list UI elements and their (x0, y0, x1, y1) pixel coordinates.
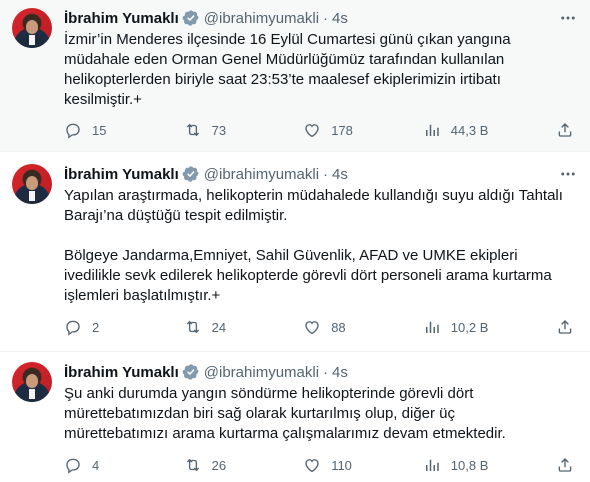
share-button[interactable] (548, 310, 582, 344)
share-button[interactable] (548, 113, 582, 147)
retweet-count: 73 (211, 122, 227, 138)
reply-icon (56, 310, 90, 344)
reply-button[interactable]: 4 (56, 448, 116, 482)
like-button[interactable]: 88 (295, 310, 355, 344)
tweet-actions: 15 73 178 44,3 B (56, 114, 582, 146)
share-button[interactable] (548, 448, 582, 482)
reply-button[interactable]: 15 (56, 113, 116, 147)
retweet-count: 26 (211, 457, 227, 473)
timestamp[interactable]: 4s (332, 10, 348, 27)
share-icon (548, 113, 582, 147)
separator: · (323, 9, 329, 27)
retweet-icon (176, 448, 210, 482)
timestamp[interactable]: 4s (332, 166, 348, 183)
retweet-button[interactable]: 26 (176, 448, 236, 482)
tweet-header: İbrahim Yumaklı @ibrahimyumakli · 4s (64, 8, 348, 28)
verified-badge-icon (182, 165, 200, 183)
more-icon[interactable] (558, 164, 578, 184)
reply-icon (56, 448, 90, 482)
author-name[interactable]: İbrahim Yumaklı (64, 364, 179, 381)
avatar[interactable] (12, 362, 52, 402)
like-button[interactable]: 110 (295, 448, 355, 482)
avatar[interactable] (12, 8, 52, 48)
tweet-text: İzmir’in Menderes ilçesinde 16 Eylül Cum… (64, 31, 511, 108)
tweet-actions: 2 24 88 10,2 B (56, 311, 582, 343)
author-handle[interactable]: @ibrahimyumakli (204, 166, 319, 183)
reply-count: 2 (92, 319, 100, 335)
view-count: 44,3 B (450, 122, 489, 138)
separator: · (323, 165, 329, 183)
heart-icon (295, 310, 329, 344)
tweet-actions: 4 26 110 10,8 B (56, 449, 582, 481)
retweet-count: 24 (211, 319, 227, 335)
tweet-text: Yapılan araştırmada, helikopterin müdaha… (64, 187, 563, 304)
share-icon (548, 448, 582, 482)
view-count: 10,2 B (450, 319, 489, 335)
retweet-icon (176, 113, 210, 147)
timestamp[interactable]: 4s (332, 364, 348, 381)
tweet[interactable]: İbrahim Yumaklı @ibrahimyumakli · 4s İzm… (0, 0, 590, 152)
author-name[interactable]: İbrahim Yumaklı (64, 166, 179, 183)
tweet-header: İbrahim Yumaklı @ibrahimyumakli · 4s (64, 362, 348, 382)
author-handle[interactable]: @ibrahimyumakli (204, 364, 319, 381)
verified-badge-icon (182, 363, 200, 381)
tweet-text: Şu anki durumda yangın söndürme helikopt… (64, 385, 506, 442)
heart-icon (295, 448, 329, 482)
like-count: 110 (331, 457, 352, 473)
like-button[interactable]: 178 (295, 113, 355, 147)
tweet[interactable]: İbrahim Yumaklı @ibrahimyumakli · 4s Yap… (0, 152, 590, 352)
author-handle[interactable]: @ibrahimyumakli (204, 10, 319, 27)
avatar[interactable] (12, 164, 52, 204)
retweet-button[interactable]: 73 (176, 113, 236, 147)
reply-count: 4 (92, 457, 100, 473)
views-button[interactable]: 44,3 B (415, 113, 489, 147)
like-count: 178 (331, 122, 353, 138)
analytics-icon (415, 310, 449, 344)
views-button[interactable]: 10,2 B (415, 310, 489, 344)
reply-count: 15 (92, 122, 107, 138)
tweet[interactable]: İbrahim Yumaklı @ibrahimyumakli · 4s Şu … (0, 352, 590, 482)
separator: · (323, 363, 329, 381)
analytics-icon (415, 113, 449, 147)
retweet-icon (176, 310, 210, 344)
retweet-button[interactable]: 24 (176, 310, 236, 344)
heart-icon (295, 113, 329, 147)
author-name[interactable]: İbrahim Yumaklı (64, 10, 179, 27)
reply-button[interactable]: 2 (56, 310, 116, 344)
views-button[interactable]: 10,8 B (415, 448, 489, 482)
verified-badge-icon (182, 9, 200, 27)
view-count: 10,8 B (450, 457, 489, 473)
analytics-icon (415, 448, 449, 482)
share-icon (548, 310, 582, 344)
like-count: 88 (331, 319, 346, 335)
tweet-header: İbrahim Yumaklı @ibrahimyumakli · 4s (64, 164, 348, 184)
reply-icon (56, 113, 90, 147)
more-icon[interactable] (558, 8, 578, 28)
